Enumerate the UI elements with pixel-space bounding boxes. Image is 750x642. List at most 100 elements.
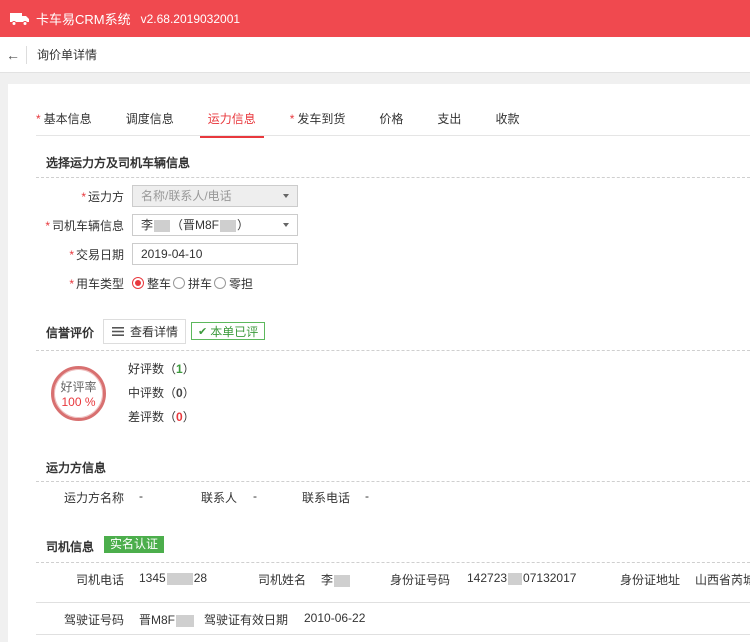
carrier-row: * 运力方 名称/联系人/电话 [36, 184, 298, 208]
id-number-label: 身份证号码 [390, 573, 451, 587]
page-title: 询价单详情 [37, 48, 98, 62]
good-count-row: 好评数（1） [128, 362, 195, 376]
vehicle-select[interactable]: 李 （晋M8F ） [132, 214, 298, 236]
tab-basic-info[interactable]: * 基本信息 [36, 102, 92, 138]
tab-label: 支出 [437, 112, 462, 126]
redacted-block [220, 219, 237, 232]
section-title-driver-info: 司机信息 [46, 540, 95, 554]
detail-panel: * 基本信息 调度信息 运力信息 * 发车到货 价格 支出 收款 选择运力方及司机车… [8, 84, 750, 642]
rated-badge-label: 本单已评 [210, 324, 259, 339]
tab-expense[interactable]: 支出 [437, 102, 461, 138]
license-valid-value: 2010-06-22 [304, 611, 366, 625]
license-valid-label: 驾驶证有效日期 [204, 613, 289, 627]
license-number-label: 驾驶证号码 [64, 613, 125, 627]
tab-dispatch-info[interactable]: 调度信息 [126, 102, 174, 138]
tab-label: 价格 [379, 112, 404, 126]
good-rate-ring: 好评率 100 % [51, 366, 106, 421]
tab-bar: * 基本信息 调度信息 运力信息 * 发车到货 价格 支出 收款 [36, 102, 553, 138]
tab-departure-arrival[interactable]: * 发车到货 [290, 102, 346, 138]
tab-capacity-info[interactable]: 运力信息 [199, 102, 264, 138]
tab-label: 运力信息 [207, 112, 256, 126]
contact-phone-label: 联系电话 [302, 491, 351, 505]
contact-phone-value: - [365, 489, 369, 503]
divider [26, 45, 27, 64]
driver-name-label: 司机姓名 [258, 573, 307, 587]
radio-full-truck[interactable]: 整车 [132, 275, 171, 292]
vehicle-type-label: * 用车类型 [69, 276, 124, 291]
id-number-value: 142723 07132017 [467, 571, 577, 585]
section-divider [36, 350, 750, 351]
trade-date-row: * 交易日期 2019-04-10 [36, 242, 298, 266]
bad-count: 0 [176, 410, 183, 424]
radio-ltl[interactable]: 零担 [214, 275, 253, 292]
verified-badge: 实名认证 [104, 536, 165, 553]
app-header: 卡车易CRM系统 v2.68.2019032001 [0, 0, 750, 37]
carrier-select[interactable]: 名称/联系人/电话 [132, 185, 298, 207]
id-address-value: 山西省芮城 [695, 573, 750, 587]
driver-name-value: 李 [321, 571, 351, 588]
list-icon [112, 327, 124, 336]
section-title-carrier-select: 选择运力方及司机车辆信息 [46, 156, 191, 170]
carrier-placeholder: 名称/联系人/电话 [141, 189, 232, 203]
section-divider [36, 481, 750, 482]
section-divider [36, 562, 750, 563]
vehicle-value-mid: （晋M8F [171, 218, 220, 232]
good-rate-value: 100 % [61, 395, 96, 409]
license-number-value: 晋M8F [139, 611, 195, 628]
required-mark: * [289, 112, 295, 126]
view-detail-button[interactable]: 查看详情 [103, 319, 186, 344]
caret-down-icon [283, 194, 289, 198]
section-title-reputation: 信誉评价 [46, 326, 95, 340]
tab-label: 调度信息 [125, 112, 174, 126]
section-divider [36, 177, 750, 178]
vehicle-row: * 司机车辆信息 李 （晋M8F ） [36, 213, 298, 237]
radio-icon [173, 277, 186, 289]
app-title: 卡车易CRM系统 [36, 12, 131, 27]
tab-receipt[interactable]: 收款 [495, 102, 519, 138]
id-address-label: 身份证地址 [620, 573, 681, 587]
row-divider [36, 634, 750, 635]
tab-price[interactable]: 价格 [379, 102, 403, 138]
trade-date-input[interactable]: 2019-04-10 [132, 243, 298, 265]
driver-phone-label: 司机电话 [76, 573, 125, 587]
section-title-carrier-info: 运力方信息 [46, 461, 107, 475]
breadcrumb-bar: ← 询价单详情 [0, 37, 750, 73]
vehicle-value-prefix: 李 [141, 218, 154, 232]
app-version: v2.68.2019032001 [140, 11, 241, 26]
bad-count-row: 差评数（0） [128, 410, 195, 424]
redacted-block [176, 614, 195, 627]
radio-icon [132, 277, 144, 289]
redacted-block [508, 572, 523, 585]
mid-count-row: 中评数（0） [128, 386, 195, 400]
contact-value: - [253, 489, 257, 503]
good-count: 1 [176, 362, 183, 376]
row-divider [36, 602, 750, 603]
caret-down-icon [283, 223, 289, 227]
vehicle-type-row: * 用车类型 整车 拼车 零担 [36, 271, 255, 295]
tab-label: 发车到货 [297, 112, 346, 126]
mid-count: 0 [176, 386, 183, 400]
view-detail-label: 查看详情 [130, 325, 179, 339]
vehicle-value-suffix: ） [237, 218, 250, 232]
back-arrow-icon[interactable]: ← [0, 47, 26, 63]
vehicle-label: * 司机车辆信息 [45, 218, 124, 233]
radio-icon [214, 277, 227, 289]
trade-date-label: * 交易日期 [69, 247, 124, 262]
tab-label: 基本信息 [43, 112, 92, 126]
good-rate-label: 好评率 [60, 380, 97, 394]
truck-icon [10, 12, 29, 26]
required-mark: * [36, 112, 41, 126]
carrier-name-value: - [139, 489, 143, 503]
check-icon: ✔ [198, 325, 208, 338]
driver-phone-value: 1345 28 [139, 571, 208, 585]
radio-shared-truck[interactable]: 拼车 [173, 275, 212, 292]
redacted-block [154, 219, 171, 232]
redacted-block [166, 572, 193, 585]
rated-badge: ✔ 本单已评 [191, 322, 266, 340]
contact-label: 联系人 [201, 491, 238, 505]
redacted-block [334, 574, 351, 587]
carrier-label: * 运力方 [81, 189, 124, 204]
tab-divider [36, 135, 750, 136]
carrier-name-label: 运力方名称 [64, 491, 125, 505]
tab-label: 收款 [495, 112, 520, 126]
